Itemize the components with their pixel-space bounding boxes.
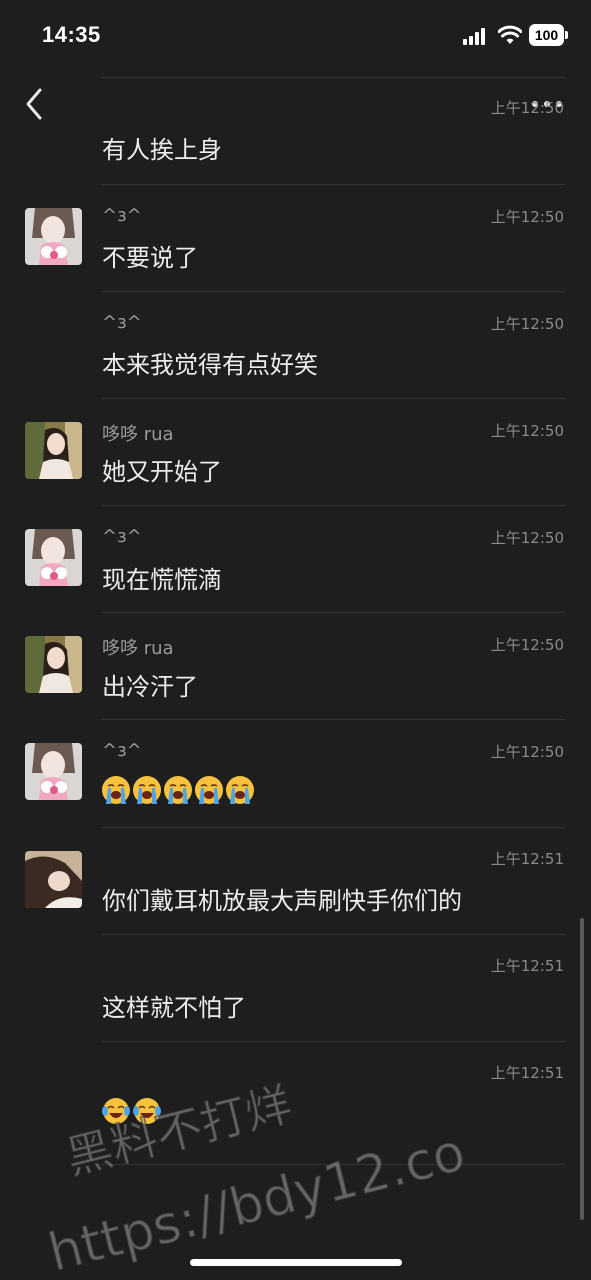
back-button[interactable] (20, 86, 50, 122)
sender-name: 哆哆 rua (102, 638, 174, 659)
message-time: 上午12:50 (490, 99, 564, 117)
message-time: 上午12:51 (490, 957, 564, 975)
status-time: 14:35 (42, 22, 101, 47)
watermark-line-1: 黑料不打烊 (61, 1077, 297, 1185)
sender-name: 哆哆 rua (102, 424, 174, 445)
sender-name: ^з^ (102, 526, 142, 547)
face-with-tears-of-joy-icon (133, 1098, 161, 1124)
loudly-crying-face-icon (133, 776, 161, 804)
message-time: 上午12:50 (490, 422, 564, 440)
divider (101, 77, 565, 78)
divider (101, 1041, 565, 1042)
battery-icon: 100 (529, 24, 568, 46)
divider (101, 184, 565, 185)
scrollbar[interactable] (580, 918, 584, 1220)
watermark-line-2: https://bdy12.co (43, 1122, 471, 1280)
message-time: 上午12:50 (490, 743, 564, 761)
message-text[interactable]: 现在慌慌滴 (102, 560, 222, 595)
message-text[interactable]: 本来我觉得有点好笑 (102, 345, 318, 380)
divider (101, 719, 565, 720)
divider (101, 612, 565, 613)
home-indicator[interactable] (190, 1259, 402, 1266)
sender-name: ^з^ (102, 312, 142, 333)
status-bar: 14:35 100 (0, 0, 591, 70)
avatar[interactable] (25, 636, 82, 693)
battery-level: 100 (529, 24, 564, 46)
emoji-message[interactable] (101, 775, 255, 805)
avatar[interactable] (25, 743, 82, 800)
loudly-crying-face-icon (195, 776, 223, 804)
divider (101, 827, 565, 828)
emoji-message[interactable] (101, 1096, 162, 1126)
message-time: 上午12:50 (490, 208, 564, 226)
loudly-crying-face-icon (164, 776, 192, 804)
message-time: 上午12:50 (490, 529, 564, 547)
loudly-crying-face-icon (226, 776, 254, 804)
avatar[interactable] (25, 422, 82, 479)
cellular-signal-icon (463, 28, 489, 45)
message-time: 上午12:51 (490, 850, 564, 868)
message-text[interactable]: 这样就不怕了 (102, 988, 246, 1023)
message-text[interactable]: 她又开始了 (102, 452, 222, 487)
avatar[interactable] (25, 851, 82, 908)
divider (101, 291, 565, 292)
message-text[interactable]: 有人挨上身 (102, 130, 222, 165)
avatar[interactable] (25, 529, 82, 586)
divider (101, 398, 565, 399)
message-text[interactable]: 你们戴耳机放最大声刷快手你们的 (102, 881, 462, 916)
divider (101, 934, 565, 935)
divider (101, 505, 565, 506)
divider (101, 1164, 565, 1165)
message-time: 上午12:50 (490, 315, 564, 333)
loudly-crying-face-icon (102, 776, 130, 804)
message-time: 上午12:50 (490, 636, 564, 654)
face-with-tears-of-joy-icon (102, 1098, 130, 1124)
avatar[interactable] (25, 208, 82, 265)
message-text[interactable]: 出冷汗了 (102, 667, 198, 702)
sender-name: ^з^ (102, 740, 142, 761)
sender-name: ^з^ (102, 205, 142, 226)
message-time: 上午12:51 (490, 1064, 564, 1082)
wifi-icon (498, 25, 522, 44)
message-text[interactable]: 不要说了 (102, 238, 198, 273)
